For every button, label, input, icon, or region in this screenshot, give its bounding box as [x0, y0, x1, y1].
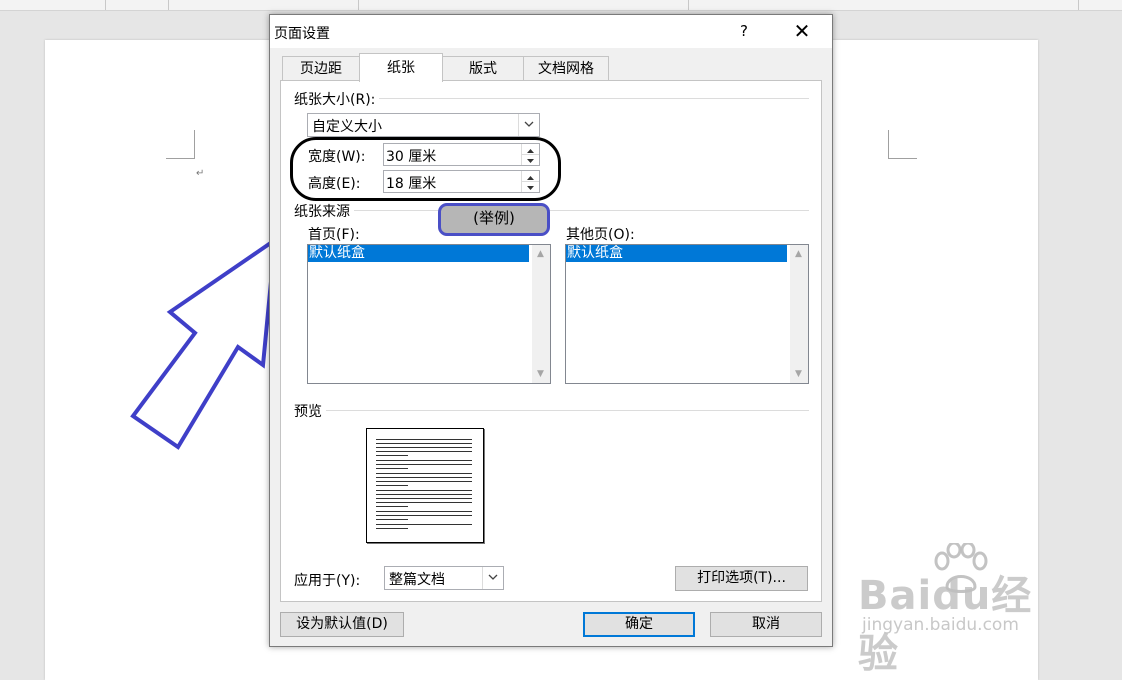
section-divider: [294, 210, 809, 211]
ribbon-group: [688, 0, 1079, 10]
dialog-titlebar[interactable]: 页面设置 ? ✕: [270, 15, 832, 48]
scrollbar[interactable]: ▲ ▼: [790, 245, 808, 383]
scroll-down-icon[interactable]: ▼: [537, 369, 544, 379]
example-badge: (举例): [438, 203, 550, 236]
preview-label: 预览: [294, 401, 326, 421]
help-button[interactable]: ?: [732, 19, 756, 43]
paper-source-label: 纸张来源: [294, 201, 354, 221]
ribbon-group: [358, 0, 689, 10]
height-decrement-button[interactable]: [522, 181, 539, 191]
tab-margins[interactable]: 页边距: [282, 56, 360, 81]
width-value: 30 厘米: [386, 149, 437, 165]
apply-to-value: 整篇文档: [389, 572, 445, 588]
paper-size-select[interactable]: 自定义大小: [307, 113, 540, 137]
print-options-button[interactable]: 打印选项(T)...: [675, 566, 808, 591]
paper-size-label: 纸张大小(R):: [294, 89, 380, 109]
chevron-down-icon[interactable]: [518, 114, 539, 136]
scrollbar[interactable]: ▲ ▼: [532, 245, 550, 383]
apply-to-label: 应用于(Y):: [294, 573, 361, 589]
page-setup-dialog: 页面设置 ? ✕ 页边距 纸张 版式 文档网格 纸张大小(R): 自定义大小 宽…: [269, 14, 833, 647]
ok-button[interactable]: 确定: [583, 612, 695, 637]
first-page-listbox[interactable]: 默认纸盒 ▲ ▼: [307, 244, 551, 384]
tab-paper[interactable]: 纸张: [359, 53, 443, 82]
cancel-button[interactable]: 取消: [710, 612, 822, 637]
list-item[interactable]: 默认纸盒: [566, 245, 787, 262]
page-preview: [366, 428, 484, 543]
margin-corner-top-right: [888, 130, 917, 159]
set-default-button[interactable]: 设为默认值(D): [280, 612, 404, 637]
height-input[interactable]: 18 厘米: [383, 170, 540, 193]
first-page-label: 首页(F):: [308, 227, 360, 243]
scroll-up-icon[interactable]: ▲: [537, 249, 544, 259]
baidu-watermark: Baidu经验 jingyan.baidu.com: [858, 543, 1068, 677]
tab-layout[interactable]: 版式: [442, 56, 524, 81]
ribbon-group: [105, 0, 169, 10]
height-label: 高度(E):: [308, 176, 361, 192]
ribbon-group: [168, 0, 359, 10]
apply-to-select[interactable]: 整篇文档: [384, 566, 504, 590]
other-pages-label: 其他页(O):: [566, 227, 635, 243]
width-input[interactable]: 30 厘米: [383, 143, 540, 166]
paper-size-value: 自定义大小: [312, 119, 382, 135]
ribbon-group: [0, 0, 106, 10]
ribbon-strip: [0, 0, 1122, 11]
margin-corner-top-left: [166, 130, 195, 159]
scroll-up-icon[interactable]: ▲: [795, 249, 802, 259]
list-item[interactable]: 默认纸盒: [308, 245, 529, 262]
other-pages-listbox[interactable]: 默认纸盒 ▲ ▼: [565, 244, 809, 384]
width-decrement-button[interactable]: [522, 154, 539, 164]
close-button[interactable]: ✕: [782, 17, 822, 45]
dialog-title: 页面设置: [274, 26, 330, 42]
width-label: 宽度(W):: [308, 149, 366, 165]
tab-document-grid[interactable]: 文档网格: [523, 56, 609, 81]
watermark-url: jingyan.baidu.com: [862, 615, 1019, 635]
scroll-down-icon[interactable]: ▼: [795, 369, 802, 379]
chevron-down-icon[interactable]: [482, 567, 503, 589]
paragraph-mark-icon: ↵: [196, 168, 205, 179]
annotation-arrow-icon: [130, 235, 278, 450]
height-value: 18 厘米: [386, 176, 437, 192]
section-divider: [294, 410, 809, 411]
